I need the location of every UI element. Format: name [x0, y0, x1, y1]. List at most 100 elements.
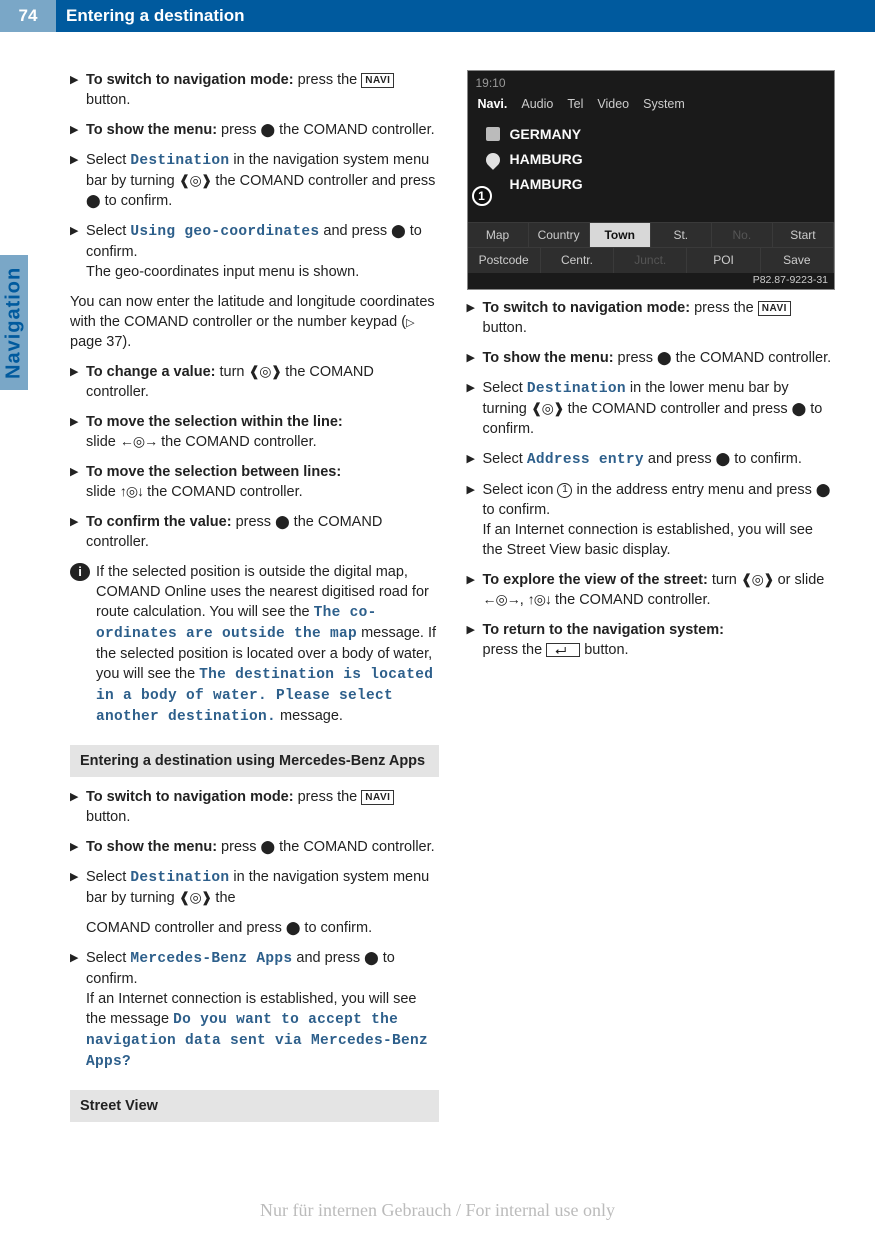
- step-text: press: [217, 839, 261, 855]
- press-icon: ⬤: [261, 122, 276, 137]
- menu-town: Town: [590, 223, 651, 248]
- step-text: slide: [86, 434, 120, 450]
- step-move-between-lines: ▶ To move the selection between lines:sl…: [70, 462, 439, 502]
- step-text: in the address entry menu and press: [572, 482, 815, 498]
- menu-centr: Centr.: [541, 248, 614, 273]
- step-marker-icon: ▶: [70, 867, 86, 908]
- press-icon: ⬤: [364, 950, 379, 965]
- screen-time: 19:10: [468, 71, 835, 94]
- navi-key-icon: NAVI: [361, 73, 394, 88]
- step-label: To move the selection within the line:: [86, 414, 343, 430]
- turn-icon: ❰◎❱: [249, 363, 282, 379]
- press-icon: ⬤: [816, 482, 831, 497]
- loc-town: HAMBURG: [510, 175, 583, 194]
- step-text: the COMAND controller.: [275, 839, 435, 855]
- step-text: to confirm.: [483, 502, 551, 518]
- step-text: and press: [644, 451, 716, 467]
- step-marker-icon: ▶: [70, 412, 86, 452]
- screenshot-caption: P82.87-9223-31: [753, 273, 828, 287]
- step-mb-nav-mode: ▶ To switch to navigation mode: press th…: [70, 787, 439, 827]
- step-marker-icon: ▶: [467, 480, 483, 560]
- screenshot-marker-1: 1: [472, 186, 492, 206]
- tab-tel: Tel: [567, 96, 583, 113]
- menu-junct: Junct.: [614, 248, 687, 273]
- step-text: the COMAND controller and press: [211, 173, 435, 189]
- step-sv-nav-mode: ▶ To switch to navigation mode: press th…: [467, 298, 836, 338]
- menu-start: Start: [773, 223, 834, 248]
- step-label: To explore the view of the street:: [483, 572, 708, 588]
- step-text: and press: [292, 950, 364, 966]
- step-show-menu: ▶ To show the menu: press ⬤ the COMAND c…: [70, 120, 439, 140]
- slide-v-icon: ↑◎↓: [120, 483, 143, 499]
- menu-poi: POI: [687, 248, 760, 273]
- step-marker-icon: ▶: [467, 449, 483, 470]
- menu-map: Map: [468, 223, 529, 248]
- step-text: the COMAND controller.: [143, 484, 303, 500]
- page-header: 74 Entering a destination: [0, 0, 875, 32]
- step-text: turn: [708, 572, 741, 588]
- step-text: or slide: [774, 572, 825, 588]
- loc-country: GERMANY: [510, 125, 582, 144]
- step-text: to confirm.: [101, 193, 173, 209]
- step-text: button.: [483, 320, 527, 336]
- step-label: To show the menu:: [483, 350, 614, 366]
- heading-mb-apps: Entering a destination using Mercedes-Be…: [70, 745, 439, 777]
- slide-v-icon: ↑◎↓: [528, 591, 551, 607]
- step-text: Select icon: [483, 482, 558, 498]
- press-icon: ⬤: [86, 193, 101, 208]
- menu-st: St.: [651, 223, 712, 248]
- ui-ref-destination: Destination: [130, 153, 229, 169]
- pin-icon: [483, 150, 503, 170]
- step-text: press the: [483, 642, 547, 658]
- step-sv-select-dest: ▶ Select Destination in the lower menu b…: [467, 378, 836, 439]
- step-text: button.: [86, 92, 130, 108]
- press-icon: ⬤: [275, 514, 290, 529]
- press-icon: ⬤: [792, 401, 807, 416]
- step-text: the COMAND controller.: [157, 434, 317, 450]
- step-label: To return to the navigation system:: [483, 622, 724, 638]
- step-marker-icon: ▶: [70, 150, 86, 211]
- ui-ref-geo: Using geo-coordinates: [130, 224, 319, 240]
- note-text: message.: [276, 708, 343, 724]
- step-text: press: [614, 350, 658, 366]
- step-marker-icon: ▶: [70, 837, 86, 857]
- step-marker-icon: ▶: [70, 512, 86, 552]
- tab-system: System: [643, 96, 685, 113]
- heading-street-view: Street View: [70, 1090, 439, 1122]
- step-marker-icon: ▶: [70, 462, 86, 502]
- tab-video: Video: [597, 96, 629, 113]
- step-label: To switch to navigation mode:: [86, 789, 294, 805]
- navi-key-icon: NAVI: [361, 790, 394, 805]
- step-select-geo: ▶ Select Using geo-coordinates and press…: [70, 221, 439, 282]
- turn-icon: ❰◎❱: [531, 400, 564, 416]
- turn-icon: ❰◎❱: [179, 889, 212, 905]
- step-text: the COMAND controller.: [275, 122, 435, 138]
- page-title: Entering a destination: [66, 6, 245, 26]
- step-text: Select: [483, 451, 527, 467]
- page-number: 74: [0, 0, 56, 32]
- ui-ref-destination: Destination: [527, 381, 626, 397]
- watermark: Nur für internen Gebrauch / For internal…: [0, 1200, 875, 1221]
- step-text: turn: [215, 364, 248, 380]
- step-mb-select-apps: ▶ Select Mercedes-Benz Apps and press ⬤ …: [70, 948, 439, 1072]
- step-marker-icon: ▶: [70, 221, 86, 282]
- step-marker-icon: ▶: [467, 378, 483, 439]
- screen-tabs: Navi. Audio Tel Video System: [468, 94, 835, 115]
- menu-no: No.: [712, 223, 773, 248]
- press-icon: ⬤: [286, 920, 301, 935]
- press-icon: ⬤: [657, 350, 672, 365]
- step-text: press the: [690, 300, 758, 316]
- step-marker-icon: ▶: [467, 298, 483, 338]
- step-text: button.: [580, 642, 628, 658]
- step-result: The geo-coordinates input menu is shown.: [86, 264, 359, 280]
- step-move-in-line: ▶ To move the selection within the line:…: [70, 412, 439, 452]
- body-content: ▶ To switch to navigation mode: press th…: [0, 32, 875, 1132]
- step-sv-explore: ▶ To explore the view of the street: tur…: [467, 570, 836, 610]
- press-icon: ⬤: [716, 451, 731, 466]
- side-tab-navigation: Navigation: [0, 255, 28, 390]
- info-icon: i: [70, 563, 90, 581]
- flag-icon: [486, 127, 500, 141]
- step-marker-icon: ▶: [467, 570, 483, 610]
- menu-country: Country: [529, 223, 590, 248]
- menu-postcode: Postcode: [468, 248, 541, 273]
